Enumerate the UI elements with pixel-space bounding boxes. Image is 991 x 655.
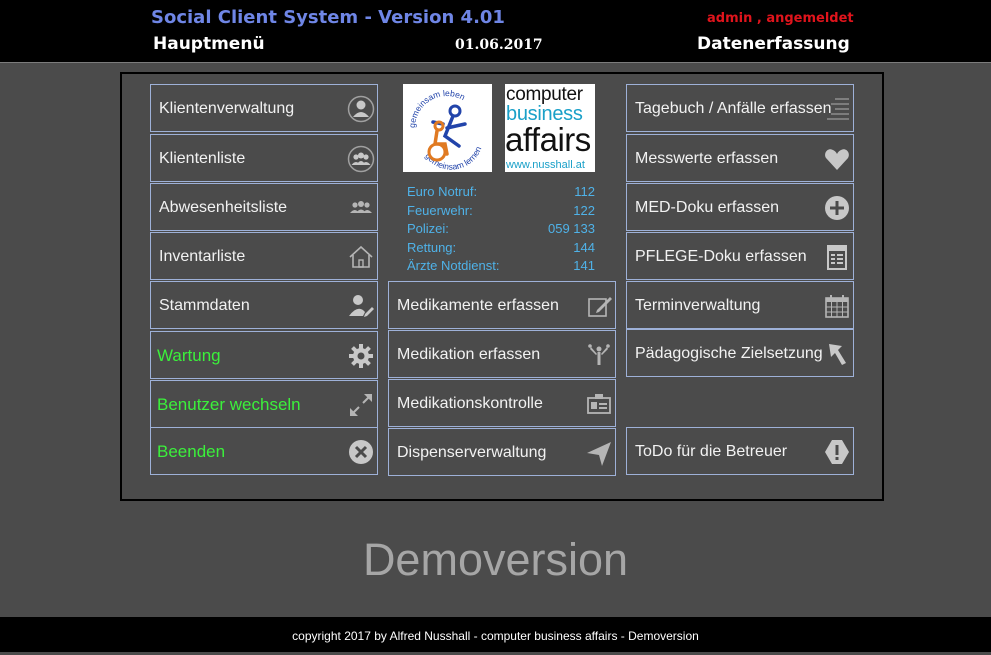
figures-icon: [585, 341, 613, 369]
button-label: Medikationskontrolle: [397, 395, 543, 412]
wartung-button[interactable]: Wartung: [150, 331, 378, 379]
logo-line-affairs: affairs: [505, 121, 591, 158]
close-icon: [347, 438, 375, 466]
button-label: Benutzer wechseln: [157, 395, 301, 414]
button-label: PFLEGE-Doku erfassen: [635, 248, 807, 265]
gear-icon: [347, 342, 375, 370]
klientenverwaltung-button[interactable]: Klientenverwaltung: [150, 84, 378, 132]
warning-icon: [823, 438, 851, 466]
send-arrow-icon: [585, 439, 613, 467]
user-status: admin , angemeldet: [707, 11, 854, 26]
button-label: Medikamente erfassen: [397, 297, 559, 314]
button-label: Terminverwaltung: [635, 297, 761, 314]
logo-url: www.nusshall.at: [506, 159, 585, 171]
terminverwaltung-button[interactable]: Terminverwaltung: [626, 281, 854, 329]
button-label: Beenden: [157, 442, 226, 461]
house-icon: [347, 243, 375, 271]
person-icon: [347, 95, 375, 123]
messwerte-erfassen-button[interactable]: Messwerte erfassen: [626, 134, 854, 182]
date-display: 01.06.2017: [455, 37, 543, 53]
pflege-doku-erfassen-button[interactable]: PFLEGE-Doku erfassen: [626, 232, 854, 280]
emergency-row: Ärzte Notdienst: 141: [407, 258, 595, 273]
emergency-row: Euro Notruf: 112: [407, 184, 595, 199]
button-label: Wartung: [157, 346, 221, 365]
beenden-button[interactable]: Beenden: [150, 427, 378, 475]
emergency-row: Rettung: 144: [407, 239, 595, 255]
footer-copyright: copyright 2017 by Alfred Nusshall - comp…: [0, 617, 991, 652]
app-title: Social Client System - Version 4.01: [151, 7, 505, 28]
todo-betreuer-button[interactable]: ToDo für die Betreuer: [626, 427, 854, 475]
button-label: Pädagogische Zielsetzung: [635, 345, 823, 362]
button-label: Dispenserverwaltung: [397, 444, 547, 461]
plus-icon: [823, 194, 851, 222]
inventarliste-button[interactable]: Inventarliste: [150, 232, 378, 280]
button-label: Klientenverwaltung: [159, 100, 295, 117]
medikation-erfassen-button[interactable]: Medikation erfassen: [388, 330, 616, 378]
medikationskontrolle-button[interactable]: Medikationskontrolle: [388, 379, 616, 427]
calendar-icon: [823, 292, 851, 320]
dispenserverwaltung-button[interactable]: Dispenserverwaltung: [388, 428, 616, 476]
people-icon: [347, 194, 375, 222]
menu-title: Hauptmenü: [153, 34, 265, 54]
benutzer-wechseln-button[interactable]: Benutzer wechseln: [150, 380, 378, 428]
button-label: MED-Doku erfassen: [635, 199, 780, 216]
med-doku-erfassen-button[interactable]: MED-Doku erfassen: [626, 183, 854, 231]
expand-arrows-icon: [347, 391, 375, 419]
emergency-row: Feuerwehr: 122: [407, 202, 595, 218]
paedagogische-zielsetzung-button[interactable]: Pädagogische Zielsetzung: [626, 329, 854, 377]
demo-watermark: Demoversion: [362, 534, 629, 585]
computer-business-affairs-logo: computer business affairs www.nusshall.a…: [505, 84, 595, 172]
medikamente-erfassen-button[interactable]: Medikamente erfassen: [388, 281, 616, 329]
abwesenheitsliste-button[interactable]: Abwesenheitsliste: [150, 183, 378, 231]
button-label: Medikation erfassen: [397, 346, 541, 363]
button-label: Stammdaten: [159, 297, 250, 314]
button-label: Abwesenheitsliste: [159, 199, 288, 216]
lines-icon: [823, 95, 851, 123]
header-bar: Social Client System - Version 4.01 admi…: [0, 0, 991, 63]
pointer-arrow-icon: [823, 340, 851, 368]
button-label: Inventarliste: [159, 248, 246, 265]
edit-icon: [585, 292, 613, 320]
button-label: Tagebuch / Anfälle erfassen: [635, 100, 832, 117]
button-label: Klientenliste: [159, 150, 246, 167]
document-icon: [823, 243, 851, 271]
button-label: Messwerte erfassen: [635, 150, 779, 167]
heart-icon: [823, 145, 851, 173]
stammdaten-button[interactable]: Stammdaten: [150, 281, 378, 329]
id-card-icon: [585, 390, 613, 418]
emergency-row: Polizei: 059 133: [407, 221, 595, 236]
user-edit-icon: [347, 292, 375, 320]
klientenliste-button[interactable]: Klientenliste: [150, 134, 378, 182]
emergency-numbers: Euro Notruf: 112 Feuerwehr: 122 Polizei: 05…: [407, 184, 595, 277]
group-icon: [347, 145, 375, 173]
tagebuch-erfassen-button[interactable]: Tagebuch / Anfälle erfassen: [626, 84, 854, 132]
button-label: ToDo für die Betreuer: [635, 443, 788, 460]
section-title: Datenerfassung: [697, 34, 850, 54]
gemeinsam-logo: gemeinsam leben gemeinsam lernen: [403, 84, 492, 172]
